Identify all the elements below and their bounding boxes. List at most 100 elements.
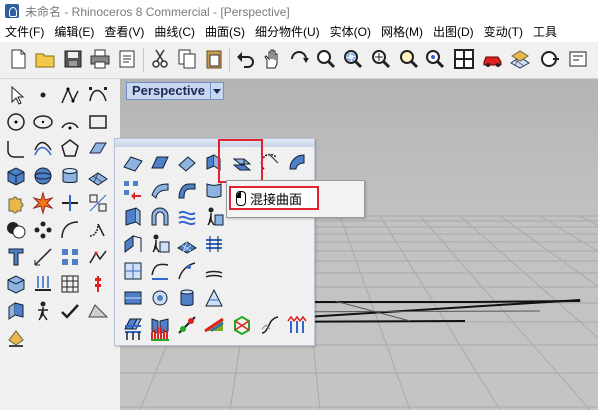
sphere-icon[interactable] xyxy=(31,164,55,188)
open-folder-icon[interactable] xyxy=(33,47,57,71)
surface-edge-icon[interactable] xyxy=(86,137,110,161)
trim-icon[interactable] xyxy=(58,191,82,215)
box-icon[interactable] xyxy=(4,164,28,188)
surface-from-edges-icon[interactable] xyxy=(148,151,172,175)
menu-surface[interactable]: 曲面(S) xyxy=(200,22,250,42)
zoom-selected-icon[interactable] xyxy=(397,47,421,71)
extrude-surface-icon[interactable] xyxy=(4,299,28,323)
arch-surface-icon[interactable] xyxy=(148,205,172,229)
text-icon[interactable] xyxy=(4,245,28,269)
menu-edit[interactable]: 编辑(E) xyxy=(49,22,99,42)
flyout-title-strip[interactable] xyxy=(115,139,314,147)
explode-icon[interactable] xyxy=(31,191,55,215)
cylinder-icon[interactable] xyxy=(58,164,82,188)
sweep-one-rail-icon[interactable] xyxy=(148,178,172,202)
measure-person-icon[interactable] xyxy=(31,299,55,323)
curve-from-surface-icon[interactable] xyxy=(58,218,82,242)
polygon-icon[interactable] xyxy=(58,137,82,161)
rebuild-surface-icon[interactable] xyxy=(258,313,282,337)
rail-revolve-icon[interactable] xyxy=(285,151,309,175)
circle-icon[interactable] xyxy=(4,110,28,134)
patch-person-icon[interactable] xyxy=(202,205,226,229)
surface-color-bars-icon[interactable] xyxy=(148,320,172,344)
offset-surface-icon[interactable] xyxy=(202,259,226,283)
rhino-render-icon[interactable] xyxy=(4,326,28,350)
merge-surface-icon[interactable] xyxy=(148,286,172,310)
bend-icon[interactable] xyxy=(86,218,110,242)
print-icon[interactable] xyxy=(88,47,112,71)
dimension-icon[interactable] xyxy=(31,245,55,269)
save-icon[interactable] xyxy=(61,47,85,71)
network-surface-icon[interactable] xyxy=(175,205,199,229)
viewport-menu-arrow-icon[interactable] xyxy=(211,82,224,100)
extend-surface-icon[interactable] xyxy=(121,286,145,310)
layer-stack-icon[interactable] xyxy=(86,272,110,296)
menu-file[interactable]: 文件(F) xyxy=(0,22,49,42)
shrink-surface-icon[interactable] xyxy=(230,313,254,337)
ellipse-icon[interactable] xyxy=(31,110,55,134)
polyline-icon[interactable] xyxy=(58,83,82,107)
edge-curves-icon[interactable] xyxy=(121,232,145,256)
developable-icon[interactable] xyxy=(202,232,226,256)
car-render-icon[interactable] xyxy=(481,47,505,71)
variable-fillet-icon[interactable] xyxy=(175,259,199,283)
cylinder-surface-icon[interactable] xyxy=(175,286,199,310)
new-file-icon[interactable] xyxy=(6,47,30,71)
chamfer-surface-icon[interactable] xyxy=(148,259,172,283)
fillet-surface-icon[interactable] xyxy=(121,259,145,283)
drafting-icon[interactable] xyxy=(86,299,110,323)
properties-icon[interactable] xyxy=(537,47,561,71)
cut-icon[interactable] xyxy=(148,47,172,71)
heightfield-icon[interactable] xyxy=(175,232,199,256)
fillet-curve-icon[interactable] xyxy=(4,137,28,161)
viewport-tab-label[interactable]: Perspective xyxy=(126,82,211,100)
render-box-icon[interactable] xyxy=(4,272,28,296)
puzzle-icon[interactable] xyxy=(4,191,28,215)
surface-from-points-icon[interactable] xyxy=(121,151,145,175)
drape-person-icon[interactable] xyxy=(148,232,172,256)
menu-drafting[interactable]: 出图(D) xyxy=(428,22,479,42)
zoom-all-icon[interactable] xyxy=(423,47,447,71)
rotate-view-icon[interactable] xyxy=(287,47,311,71)
boolean-icon[interactable] xyxy=(4,218,28,242)
checkmark-icon[interactable] xyxy=(58,299,82,323)
extend-by-arrows-icon[interactable] xyxy=(121,320,145,344)
menu-mesh[interactable]: 网格(M) xyxy=(376,22,428,42)
mesh-plane-icon[interactable] xyxy=(86,164,110,188)
menu-tools[interactable]: 工具 xyxy=(528,22,562,42)
project-icon[interactable] xyxy=(31,272,55,296)
loft-points-icon[interactable] xyxy=(121,178,145,202)
curve-cv-icon[interactable] xyxy=(86,83,110,107)
copy-icon[interactable] xyxy=(175,47,199,71)
rectangle-surface-icon[interactable] xyxy=(175,151,199,175)
array-icon[interactable] xyxy=(31,218,55,242)
menu-transform[interactable]: 变动(T) xyxy=(479,22,528,42)
surface-triangle-icon[interactable] xyxy=(202,286,226,310)
select-arrow-icon[interactable] xyxy=(4,83,28,107)
control-points-icon[interactable] xyxy=(58,245,82,269)
zoom-extents-icon[interactable] xyxy=(369,47,393,71)
split-icon[interactable] xyxy=(86,191,110,215)
zoom-icon[interactable] xyxy=(314,47,338,71)
zebra-analysis-icon[interactable] xyxy=(202,313,226,337)
adjust-seam-icon[interactable] xyxy=(285,313,309,337)
paste-icon[interactable] xyxy=(202,47,226,71)
planar-curves-icon[interactable] xyxy=(121,205,145,229)
sweep-two-rails-icon[interactable] xyxy=(175,178,199,202)
four-viewports-icon[interactable] xyxy=(452,47,476,71)
menu-view[interactable]: 查看(V) xyxy=(99,22,149,42)
match-surface-icon[interactable] xyxy=(175,313,199,337)
zoom-window-icon[interactable] xyxy=(341,47,365,71)
rectangle-icon[interactable] xyxy=(86,110,110,134)
grid-array-icon[interactable] xyxy=(58,272,82,296)
grid-layer-icon[interactable] xyxy=(508,47,532,71)
point-icon[interactable] xyxy=(31,83,55,107)
import-icon[interactable] xyxy=(115,47,139,71)
pan-icon[interactable] xyxy=(259,47,283,71)
analyze-icon[interactable] xyxy=(86,245,110,269)
menu-subd[interactable]: 细分物件(U) xyxy=(250,22,325,42)
undo-icon[interactable] xyxy=(233,47,257,71)
menu-solid[interactable]: 实体(O) xyxy=(325,22,376,42)
offset-curve-icon[interactable] xyxy=(31,137,55,161)
menu-curve[interactable]: 曲线(C) xyxy=(149,22,200,42)
